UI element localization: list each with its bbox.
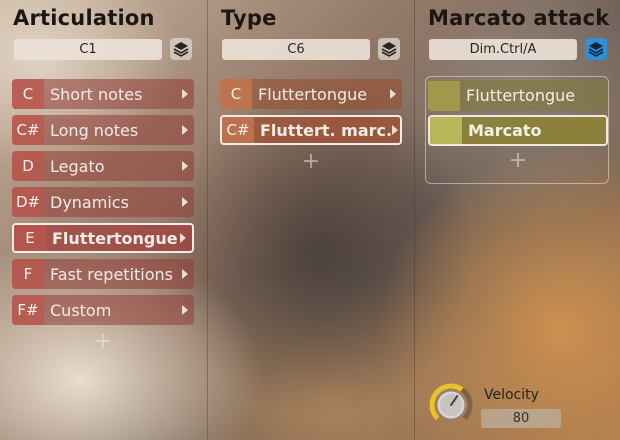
chevron-right-icon[interactable]	[182, 161, 188, 171]
articulation-row-custom[interactable]: F# Custom	[12, 295, 194, 325]
row-label: Short notes	[50, 84, 143, 104]
velocity-label: Velocity	[484, 387, 539, 403]
articulation-row-long-notes[interactable]: C# Long notes	[12, 115, 194, 145]
marcato-attack-key-field[interactable]: Dim.Ctrl/A	[429, 39, 577, 60]
row-label: Dynamics	[50, 192, 129, 212]
row-label: Long notes	[50, 120, 139, 140]
add-marcato-attack-button[interactable]: +	[428, 150, 608, 174]
chevron-right-icon[interactable]	[182, 197, 188, 207]
row-key: C#	[222, 117, 254, 143]
articulation-row-fluttertongue[interactable]: E Fluttertongue	[12, 223, 194, 253]
row-label: Fast repetitions	[50, 264, 174, 284]
type-list: C Fluttertongue C# Fluttert. marc. +	[220, 79, 402, 175]
row-key: C	[220, 79, 252, 109]
row-label: Fluttert. marc.	[260, 120, 393, 140]
chevron-right-icon[interactable]	[182, 125, 188, 135]
row-label: Marcato	[468, 121, 542, 140]
row-key: F	[12, 259, 44, 289]
marcato-attack-row-marcato[interactable]: Marcato	[428, 115, 608, 146]
row-key: E	[14, 225, 46, 251]
row-key: D#	[12, 187, 44, 217]
layers-icon	[173, 42, 189, 57]
type-layers-button[interactable]	[378, 38, 400, 60]
type-row-fluttert-marc[interactable]: C# Fluttert. marc.	[220, 115, 402, 145]
chevron-right-icon[interactable]	[182, 305, 188, 315]
marcato-attack-title: Marcato attack	[428, 6, 610, 30]
row-key	[428, 80, 460, 111]
articulation-key-field[interactable]: C1	[14, 39, 162, 60]
articulation-row-fast-repetitions[interactable]: F Fast repetitions	[12, 259, 194, 289]
marcato-attack-column: Marcato attack Dim.Ctrl/A Fluttertongue …	[414, 0, 620, 440]
marcato-attack-list: Fluttertongue Marcato +	[428, 80, 608, 174]
velocity-value-field[interactable]: 80	[481, 409, 561, 428]
marcato-attack-row-fluttertongue[interactable]: Fluttertongue	[428, 80, 608, 111]
articulation-row-dynamics[interactable]: D# Dynamics	[12, 187, 194, 217]
layers-icon	[381, 42, 397, 57]
row-key: D	[12, 151, 44, 181]
row-key	[430, 117, 462, 144]
chevron-right-icon[interactable]	[180, 233, 186, 243]
marcato-attack-layers-button[interactable]	[585, 38, 607, 60]
row-label: Fluttertongue	[52, 228, 178, 248]
articulation-list: C Short notes C# Long notes D Legato D# …	[12, 79, 194, 355]
add-articulation-button[interactable]: +	[12, 331, 194, 355]
type-title: Type	[221, 6, 277, 30]
articulation-layers-button[interactable]	[170, 38, 192, 60]
row-key: F#	[12, 295, 44, 325]
articulation-column: Articulation C1 C Short notes C# Long no…	[0, 0, 206, 440]
chevron-right-icon[interactable]	[392, 125, 399, 135]
row-label: Fluttertongue	[258, 84, 368, 104]
chevron-right-icon[interactable]	[182, 89, 188, 99]
row-key: C	[12, 79, 44, 109]
row-label: Fluttertongue	[466, 86, 576, 105]
layers-icon	[588, 42, 604, 57]
velocity-knob[interactable]	[429, 383, 473, 427]
row-label: Custom	[50, 300, 112, 320]
row-label: Legato	[50, 156, 105, 176]
articulation-row-short-notes[interactable]: C Short notes	[12, 79, 194, 109]
articulation-row-legato[interactable]: D Legato	[12, 151, 194, 181]
add-type-button[interactable]: +	[220, 151, 402, 175]
type-column: Type C6 C Fluttertongue C# Fluttert. mar…	[207, 0, 414, 440]
articulation-title: Articulation	[13, 6, 155, 30]
chevron-right-icon[interactable]	[182, 269, 188, 279]
row-key: C#	[12, 115, 44, 145]
chevron-right-icon[interactable]	[390, 89, 396, 99]
type-row-fluttertongue[interactable]: C Fluttertongue	[220, 79, 402, 109]
type-key-field[interactable]: C6	[222, 39, 370, 60]
